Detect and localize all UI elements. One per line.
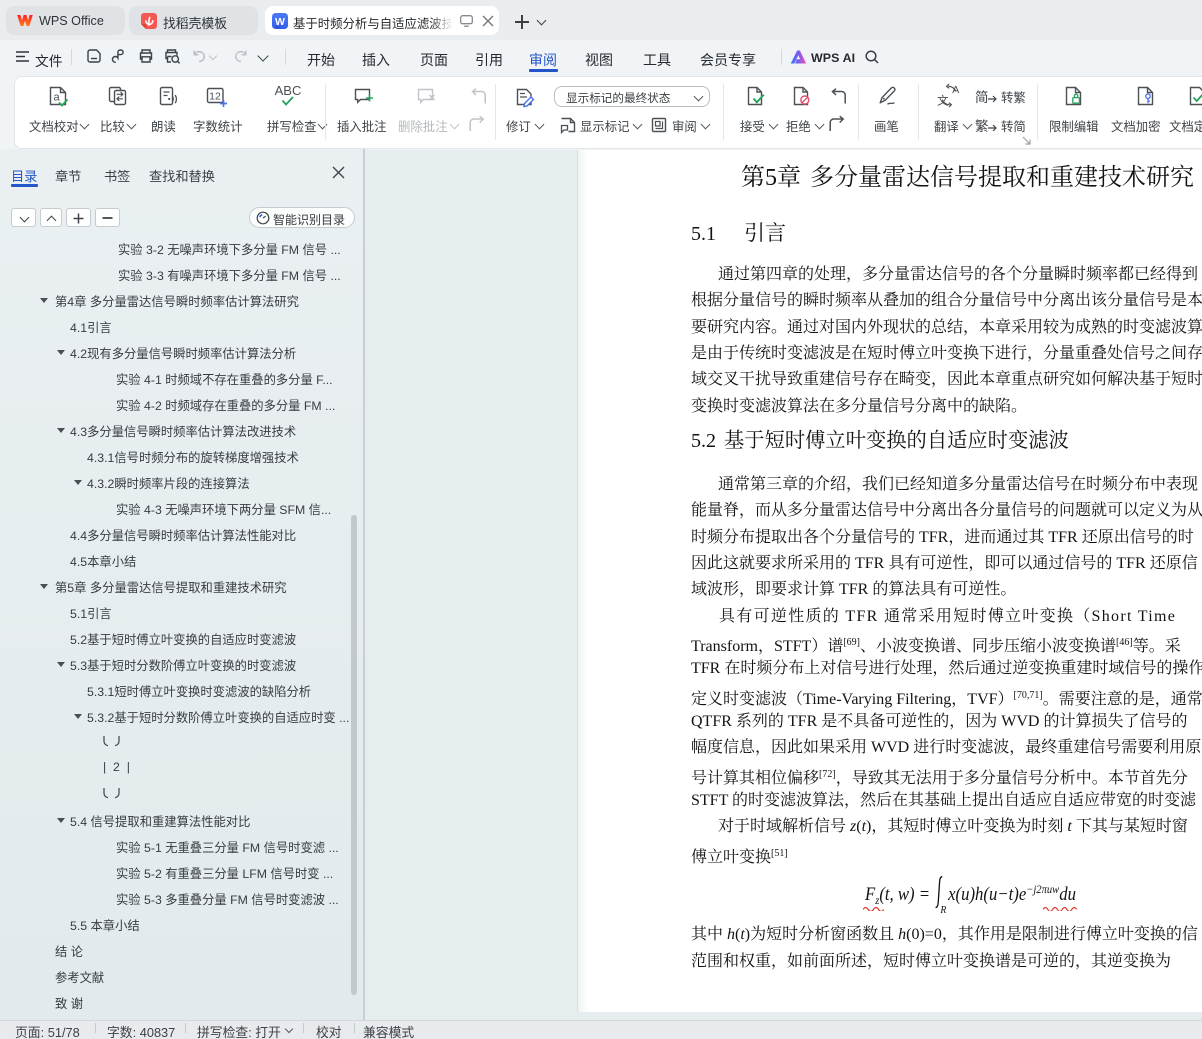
svg-text:12: 12 — [209, 91, 221, 103]
svg-text:A: A — [952, 84, 959, 96]
svg-text:a: a — [53, 92, 60, 104]
svg-text:ABC: ABC — [275, 84, 302, 98]
svg-text:W: W — [275, 16, 285, 28]
